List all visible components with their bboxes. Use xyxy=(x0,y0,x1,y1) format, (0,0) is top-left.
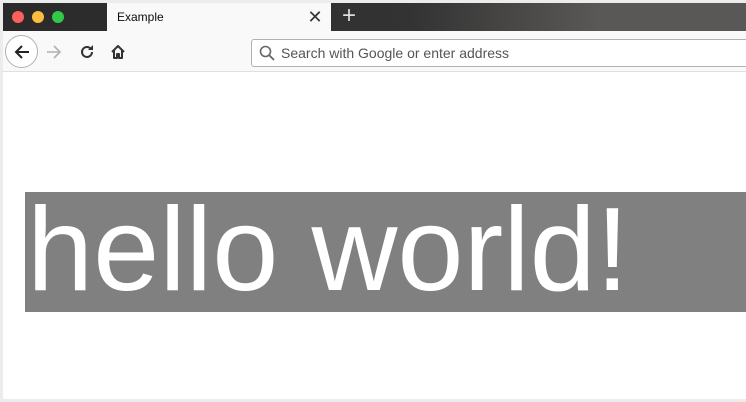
tab-title: Example xyxy=(117,10,164,24)
minimize-window-button[interactable] xyxy=(32,11,44,23)
nav-toolbar: Search with Google or enter address xyxy=(3,31,746,72)
hello-heading: hello world! xyxy=(25,190,746,312)
close-tab-icon[interactable]: ✕ xyxy=(305,7,325,28)
reload-icon xyxy=(81,45,93,58)
reload-button[interactable] xyxy=(76,41,98,63)
search-icon xyxy=(259,45,275,61)
new-tab-button[interactable]: + xyxy=(337,3,361,31)
address-bar[interactable]: Search with Google or enter address xyxy=(251,39,746,67)
tab-example[interactable]: Example ✕ xyxy=(107,3,331,31)
close-window-button[interactable] xyxy=(12,11,24,23)
arrow-left-icon xyxy=(14,44,29,59)
home-button[interactable] xyxy=(107,41,129,63)
address-placeholder: Search with Google or enter address xyxy=(281,45,510,61)
arrow-right-icon xyxy=(47,45,62,59)
page-content: hello world! xyxy=(3,73,746,399)
maximize-window-button[interactable] xyxy=(52,11,64,23)
forward-button[interactable] xyxy=(43,41,65,63)
tab-bar: Example ✕ + xyxy=(3,3,746,31)
browser-window: Example ✕ + Search with Google or enter … xyxy=(3,3,746,399)
home-icon xyxy=(111,45,125,59)
back-button[interactable] xyxy=(5,35,38,68)
